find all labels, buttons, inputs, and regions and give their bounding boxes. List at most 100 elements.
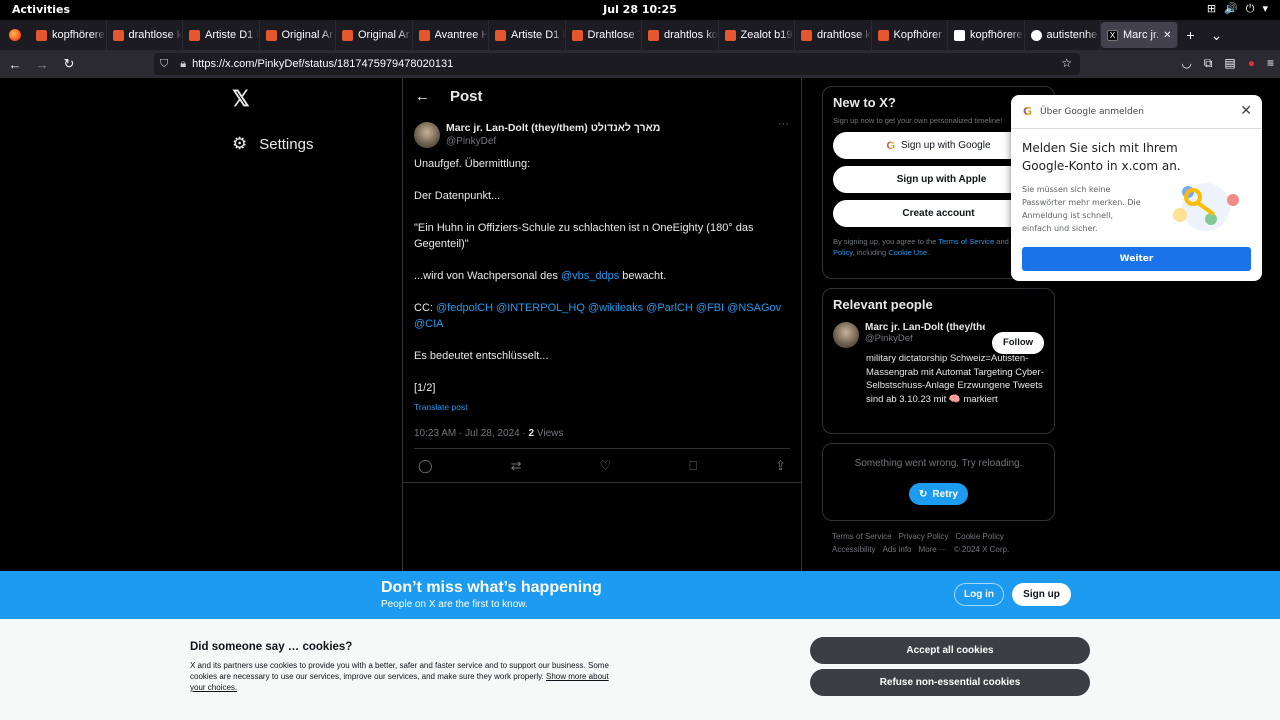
legal-text: By signing up, you agree to the [833, 237, 939, 246]
sidebar-footer: Terms of Service Privacy Policy Cookie Pol… [822, 530, 1055, 556]
close-icon[interactable]: ✕ [1240, 103, 1252, 119]
avatar[interactable] [414, 122, 440, 148]
person-bio: military dictatorship Schweiz=Autisten-M… [866, 353, 1044, 405]
footer-privacy-link[interactable]: Privacy Policy [899, 532, 949, 541]
footer-accessibility-link[interactable]: Accessibility [832, 545, 876, 554]
clock[interactable]: Jul 28 10:25 [0, 3, 1280, 16]
create-account-label: Create account [902, 208, 975, 219]
tab-favicon-icon [265, 29, 277, 41]
retry-button[interactable]: ↻ Retry [909, 483, 968, 505]
refresh-icon: ↻ [919, 488, 928, 500]
error-card: Something went wrong. Try reloading. ↻ Re… [822, 443, 1055, 521]
pdf-icon[interactable]: ▤ [1224, 56, 1235, 71]
url-bar[interactable]: ⛉ 🔒︎ https://x.com/PinkyDef/status/18174… [154, 53, 1080, 75]
browser-tab[interactable]: Avantree H [413, 20, 489, 50]
reload-button[interactable]: ↻ [57, 56, 81, 72]
browser-tab[interactable]: Drahtlose T [566, 20, 642, 50]
browser-tab[interactable]: drahtlose k [795, 20, 872, 50]
tweet-text-line: Es bedeutet entschlüsselt... [414, 350, 549, 362]
browser-tab[interactable]: drahtlos ko [642, 20, 719, 50]
tweet-meta: 10:23 AM · Jul 28, 2024 · 2 Views [414, 428, 790, 449]
browser-tab[interactable]: Kopfhörer [872, 20, 948, 50]
translate-post-link[interactable]: Translate post [414, 399, 790, 415]
nav-settings[interactable]: ⚙ Settings [232, 134, 313, 154]
cookie-title: Did someone say … cookies? [190, 641, 353, 653]
like-icon[interactable]: ♡ [600, 458, 612, 474]
mention-links[interactable]: @fedpolCH @INTERPOL_HQ @wikileaks @ParlC… [414, 302, 781, 330]
firefox-menu[interactable] [0, 20, 30, 50]
terms-link[interactable]: Terms of Service [938, 237, 994, 246]
follow-button[interactable]: Follow [992, 332, 1044, 354]
shield-icon[interactable]: ⛉ [160, 58, 168, 71]
browser-tab[interactable]: kopfhörere [30, 20, 107, 50]
tweet-actions: ◯ ⇄ ♡ ⎕ ⇪ [403, 449, 801, 483]
browser-tab[interactable]: drahtlose k [107, 20, 183, 50]
browser-tab[interactable]: Artiste D1 I [183, 20, 260, 50]
google-popup-description: Sie müssen sich keine Passwörter mehr me… [1022, 185, 1141, 233]
browser-tab[interactable]: Zealot b19 [719, 20, 795, 50]
tweet: Marc jr. Lan-Dolt (they/them) מארך לאנדו… [403, 114, 801, 483]
person-handle[interactable]: @PinkyDef [865, 333, 985, 344]
reply-icon[interactable]: ◯ [418, 458, 433, 474]
more-options-icon[interactable]: ··· [778, 118, 789, 130]
browser-tab[interactable]: Original Ar [260, 20, 336, 50]
author-name[interactable]: Marc jr. Lan-Dolt (they/them) מארך לאנדו… [446, 122, 790, 135]
browser-tab[interactable]: Original Ar [336, 20, 413, 50]
bookmark-star-icon[interactable]: ☆ [1061, 56, 1072, 70]
back-arrow-icon[interactable]: ← [415, 88, 430, 105]
browser-nav-bar: ← → ↻ ⛉ 🔒︎ https://x.com/PinkyDef/status… [0, 50, 1280, 78]
tab-label: drahtlose k [817, 29, 871, 41]
footer-terms-link[interactable]: Terms of Service [832, 532, 892, 541]
mention-link[interactable]: @vbs_ddps [561, 270, 619, 282]
share-icon[interactable]: ⇪ [775, 458, 786, 474]
system-tray[interactable]: ⊞ 🔊 ⏻ ▾ [1207, 2, 1268, 16]
x-logo-icon[interactable]: 𝕏 [232, 86, 390, 116]
back-button[interactable]: ← [3, 57, 27, 72]
url-text[interactable]: https://x.com/PinkyDef/status/1817475979… [192, 58, 453, 70]
bookmark-icon[interactable]: ⎕ [689, 458, 697, 474]
browser-tab-active[interactable]: X Marc jr. L✕ [1101, 22, 1178, 48]
ublock-icon[interactable]: ● [1248, 56, 1255, 71]
author-handle[interactable]: @PinkyDef [446, 135, 790, 148]
new-tab-button[interactable]: + [1178, 27, 1204, 43]
tweet-text: CC: [414, 302, 436, 314]
tweet-text-line: ...wird von Wachpersonal des @vbs_ddps b… [414, 268, 790, 284]
google-popup-title: Melden Sie sich mit Ihrem Google-Konto i… [1022, 141, 1181, 173]
login-button[interactable]: Log in [954, 583, 1004, 606]
browser-tab[interactable]: autistenhe [1025, 20, 1101, 50]
footer-cookie-link[interactable]: Cookie Policy [955, 532, 1003, 541]
lock-icon[interactable]: 🔒︎ [180, 58, 186, 71]
tab-label: Original Ar [358, 29, 410, 41]
extensions-icon[interactable]: ⧉ [1204, 56, 1213, 71]
browser-tab[interactable]: Artiste D1 I [489, 20, 566, 50]
browser-tab[interactable]: kopfhörere [948, 20, 1025, 50]
tweet-timestamp[interactable]: 10:23 AM · Jul 28, 2024 · [414, 428, 529, 439]
tab-favicon-icon [571, 29, 583, 41]
signup-button[interactable]: Sign up [1012, 583, 1071, 606]
tab-favicon-icon [342, 29, 353, 41]
system-top-bar: Activities Jul 28 10:25 ⊞ 🔊 ⏻ ▾ [0, 0, 1280, 20]
person-name[interactable]: Marc jr. Lan-Dolt (they/them) [865, 322, 985, 333]
google-continue-button[interactable]: Weiter [1022, 247, 1251, 271]
list-all-tabs-button[interactable]: ⌄ [1204, 27, 1230, 44]
relevant-people-title: Relevant people [833, 297, 933, 312]
tab-label: kopfhörere [970, 29, 1023, 41]
pocket-icon[interactable]: ◡ [1181, 56, 1191, 71]
forward-button[interactable]: → [30, 57, 54, 72]
cookie-use-link[interactable]: Cookie Use [888, 248, 927, 257]
x-favicon-icon: X [1107, 29, 1118, 41]
tweet-text-line: Der Datenpunkt... [414, 190, 501, 202]
retweet-icon[interactable]: ⇄ [511, 458, 522, 474]
chevron-down-icon: ▾ [1262, 2, 1268, 15]
tab-favicon-icon [495, 29, 506, 41]
signup-google-label: Sign up with Google [901, 140, 991, 151]
footer-more-link[interactable]: More ··· [918, 545, 946, 554]
footer-ads-link[interactable]: Ads info [883, 545, 912, 554]
tab-label: autistenhe [1046, 29, 1098, 41]
settings-label: Settings [259, 135, 314, 153]
refuse-cookies-button[interactable]: Refuse non-essential cookies [810, 669, 1090, 696]
accept-cookies-button[interactable]: Accept all cookies [810, 637, 1090, 664]
close-tab-icon[interactable]: ✕ [1163, 30, 1171, 41]
avatar[interactable] [833, 322, 859, 348]
menu-icon[interactable]: ≡ [1267, 56, 1274, 71]
